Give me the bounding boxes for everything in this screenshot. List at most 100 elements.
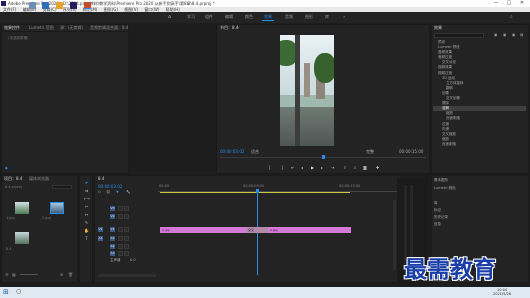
workspace-learn[interactable]: 学习 — [187, 14, 195, 20]
go-to-in-icon[interactable]: ⇤ — [291, 165, 294, 170]
source-v1-patch[interactable]: V1 — [98, 227, 103, 232]
mute-icon[interactable] — [118, 236, 123, 241]
delete-icon[interactable]: 🗑 — [68, 272, 73, 277]
add-marker-icon[interactable]: ▼ — [116, 190, 119, 194]
eye-icon[interactable] — [124, 214, 129, 219]
timeline-sequence-tab[interactable]: 8.4 — [98, 176, 104, 181]
workspace-graphics[interactable]: 图形 — [305, 14, 313, 20]
premiere-taskbar-icon[interactable] — [70, 2, 77, 9]
panel-tab-history[interactable]: 历史记录 — [434, 214, 448, 221]
lock-icon[interactable] — [118, 227, 123, 232]
export-frame-icon[interactable]: ◙ — [363, 165, 367, 170]
hand-tool-icon[interactable]: ✋ — [84, 228, 89, 233]
list-view-icon[interactable]: ☰ — [5, 272, 9, 277]
button-editor-icon[interactable]: ✚ — [376, 165, 379, 170]
new-bin-icon[interactable]: ▤ — [520, 33, 523, 37]
effects-tree-item[interactable]: 页面剥落 — [442, 142, 456, 147]
effects-search-input[interactable] — [434, 33, 484, 38]
step-back-icon[interactable]: ◂ — [301, 165, 303, 170]
track-select-tool-icon[interactable]: ⇉ — [84, 188, 89, 193]
panel-tab-lumetri-color[interactable]: Lumetri 颜色 — [434, 185, 456, 192]
thumbnail-1-jpg[interactable] — [15, 202, 29, 214]
timeline-settings-icon[interactable]: 🔧 — [126, 190, 130, 194]
track-a1-label[interactable]: A1 — [110, 236, 115, 241]
timeline-vertical-scrollbar[interactable] — [393, 200, 396, 270]
windows-start-icon[interactable]: ⊞ — [3, 288, 11, 296]
workspace-editing[interactable]: 编辑 — [225, 14, 233, 20]
solo-icon[interactable] — [124, 236, 129, 241]
eye-icon[interactable] — [124, 206, 129, 211]
panel-tab-info[interactable]: 信息 — [434, 221, 441, 228]
extract-icon[interactable]: ⇩ — [353, 165, 356, 170]
linked-selection-icon[interactable]: ⛓ — [106, 190, 110, 194]
transition-cross-dissolve[interactable]: 交叉 — [246, 227, 268, 233]
workspace-color[interactable]: 颜色 — [245, 14, 253, 20]
task-view-icon[interactable] — [29, 2, 36, 9]
workspace-audio[interactable]: 音频 — [285, 14, 293, 20]
panel-tab-markers[interactable]: 标记 — [434, 207, 441, 214]
solo-icon[interactable] — [124, 251, 129, 256]
panel-tab-libraries[interactable]: 库 — [434, 200, 438, 207]
program-current-timecode[interactable]: 00:00:03:02 — [220, 149, 244, 154]
lock-icon[interactable] — [118, 214, 123, 219]
pen-tool-icon[interactable]: ✎ — [84, 220, 89, 225]
slip-tool-icon[interactable]: ↔ — [84, 212, 89, 217]
play-icon[interactable]: ▶ — [311, 165, 314, 170]
ripple-edit-tool-icon[interactable]: ⟷ — [84, 196, 90, 201]
32bit-effects-icon[interactable]: ▣ — [503, 33, 506, 37]
search-icon[interactable]: ⌕ — [510, 14, 513, 20]
snap-icon[interactable]: ⌬ — [98, 190, 101, 194]
timeline-timecode[interactable]: 00:00:03:02 — [98, 184, 122, 189]
effects-tree-item[interactable]: 页面剥落 — [446, 116, 460, 121]
zoom-slider[interactable] — [20, 274, 38, 275]
step-forward-icon[interactable]: ▸ — [321, 165, 323, 170]
work-area-bar[interactable] — [160, 192, 350, 193]
edge-browser-icon[interactable] — [42, 2, 49, 9]
master-volume-value[interactable]: 0.0 — [130, 258, 136, 262]
new-item-icon[interactable]: ⊞ — [60, 272, 63, 277]
more-workspaces-icon[interactable]: » — [343, 14, 345, 19]
go-to-out-icon[interactable]: ⇥ — [331, 165, 334, 170]
timeline-zoom-scrollbar[interactable] — [98, 274, 156, 277]
yuv-effects-icon[interactable]: ▣ — [512, 33, 515, 37]
tab-media-browser[interactable]: 媒体浏览器 — [29, 176, 49, 182]
source-a1-patch[interactable]: A1 — [98, 236, 103, 241]
track-a3-label[interactable]: A3 — [110, 251, 115, 256]
type-tool-icon[interactable]: T — [84, 236, 89, 241]
mute-icon[interactable] — [118, 244, 123, 249]
selection-tool-icon[interactable]: ➤ — [84, 180, 89, 185]
mark-in-icon[interactable]: ▏ — [269, 165, 272, 170]
video-clip-2[interactable]: 2.jpg — [268, 227, 351, 233]
thumbnail-2-jpg[interactable] — [50, 202, 64, 214]
program-playhead[interactable] — [322, 155, 325, 159]
track-a2-label[interactable]: A2 — [110, 244, 115, 249]
effects-tree-item[interactable]: 视频效果 — [438, 65, 452, 70]
thumbnail-sequence[interactable] — [15, 232, 29, 244]
home-icon[interactable]: ⌂ — [168, 15, 174, 20]
app-taskbar-icon[interactable] — [84, 2, 91, 9]
lift-icon[interactable]: ⇪ — [343, 165, 346, 170]
maximize-button[interactable]: □ — [503, 0, 515, 7]
search-icon[interactable]: ○ — [16, 288, 24, 296]
razor-tool-icon[interactable]: ✂ — [84, 204, 89, 209]
eye-icon[interactable] — [124, 227, 129, 232]
workspace-libraries[interactable]: 库 — [325, 14, 329, 20]
workspace-assembly[interactable]: 组件 — [205, 14, 213, 20]
quality-dropdown[interactable]: 完整 — [366, 149, 374, 155]
panel-tab-essential-graphics[interactable]: 基本图形 — [434, 177, 448, 184]
program-monitor-menu-icon[interactable]: ≡ — [236, 25, 239, 30]
track-v1-label[interactable]: V1 — [110, 227, 115, 232]
track-v2-label[interactable]: V2 — [110, 214, 115, 219]
close-button[interactable]: ✕ — [516, 0, 528, 7]
minimize-button[interactable]: — — [490, 0, 502, 7]
effects-panel-title[interactable]: 效果 — [434, 25, 442, 31]
lock-icon[interactable] — [118, 206, 123, 211]
file-explorer-icon[interactable] — [56, 2, 63, 9]
mark-out-icon[interactable]: ▕ — [280, 165, 283, 170]
accelerated-effects-icon[interactable]: ▣ — [494, 33, 497, 37]
video-clip-1[interactable]: 1.jpg — [160, 227, 246, 233]
mute-icon[interactable] — [118, 251, 123, 256]
project-search-input[interactable] — [52, 185, 72, 189]
tab-project[interactable]: 项目：8.4 — [4, 176, 22, 182]
fit-dropdown[interactable]: 适合 — [251, 149, 259, 155]
